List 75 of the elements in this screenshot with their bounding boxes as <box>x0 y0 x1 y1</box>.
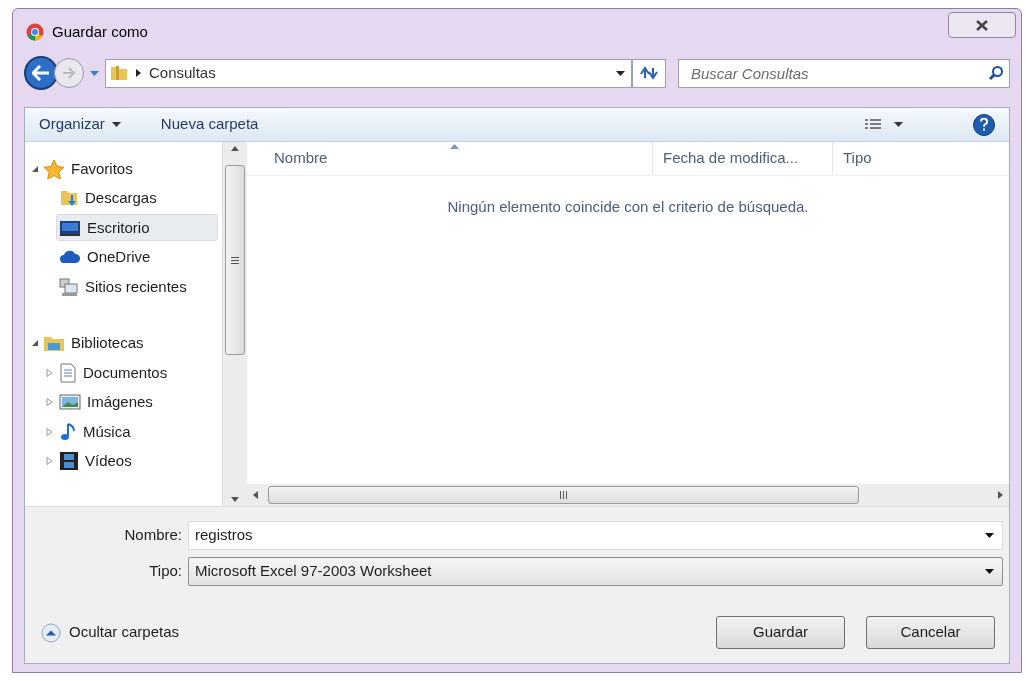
sidebar-item[interactable]: Escritorio <box>56 214 218 242</box>
sort-arrow-icon <box>449 144 459 149</box>
grip-icon <box>230 256 239 264</box>
sidebar-item[interactable]: Sitios recientes <box>56 273 218 301</box>
address-bar[interactable]: Consultas <box>105 58 632 88</box>
scrollbar-thumb[interactable] <box>224 165 245 355</box>
sidebar-item[interactable]: Descargas <box>56 184 218 212</box>
empty-message: Ningún elemento coincide con el criterio de búsqueda. <box>447 197 809 217</box>
horizontal-scrollbar[interactable] <box>247 484 1009 506</box>
question-mark-icon <box>980 118 988 131</box>
sidebar-group[interactable]: Favoritos <box>41 157 133 180</box>
view-options-button[interactable] <box>864 117 903 132</box>
sidebar-item[interactable]: OneDrive <box>56 243 218 271</box>
sidebar-item[interactable]: Documentos <box>56 359 218 387</box>
expand-arrow-icon[interactable] <box>44 398 53 407</box>
music-note-icon <box>59 421 77 442</box>
hide-folders-toggle[interactable]: Ocultar carpetas <box>41 621 180 644</box>
scroll-down-icon <box>230 497 239 502</box>
search-field[interactable]: Buscar Consultas <box>678 58 1010 88</box>
scroll-up-icon <box>230 146 239 151</box>
document-icon <box>59 362 77 383</box>
library-folder-icon <box>43 334 65 353</box>
picture-icon <box>59 393 81 412</box>
sidebar-item[interactable]: Vídeos <box>56 447 218 475</box>
folder-icon <box>110 64 128 82</box>
breadcrumb-item[interactable]: Consultas <box>149 61 216 85</box>
caret-icon <box>111 122 121 127</box>
monitor-icon <box>59 218 81 237</box>
caret-icon <box>894 122 903 127</box>
arrow-right-icon <box>62 67 76 79</box>
type-select[interactable]: Microsoft Excel 97-2003 Worksheet <box>188 557 1003 586</box>
scroll-left-icon <box>253 491 258 499</box>
column-header[interactable]: Tipo <box>833 142 1009 175</box>
expand-arrow-icon[interactable] <box>44 368 53 377</box>
collapse-arrow-icon[interactable] <box>31 339 39 348</box>
toolbar-button[interactable]: Nueva carpeta <box>160 113 259 136</box>
browser-logo-icon <box>26 23 44 41</box>
search-icon <box>988 64 1004 81</box>
refresh-button[interactable] <box>632 58 666 88</box>
film-icon <box>59 451 79 472</box>
field-label: Nombre: <box>123 525 183 546</box>
arrow-left-icon <box>32 65 50 81</box>
collapse-up-icon <box>41 622 61 643</box>
back-button[interactable] <box>24 56 58 90</box>
dialog-button[interactable]: Guardar <box>716 616 845 649</box>
column-header[interactable]: Nombre <box>247 142 653 175</box>
vertical-scrollbar[interactable] <box>222 142 246 506</box>
collapse-arrow-icon[interactable] <box>31 164 39 173</box>
sidebar-item[interactable]: Música <box>56 418 218 446</box>
history-caret-icon <box>90 70 99 76</box>
close-icon <box>975 19 989 31</box>
caret-icon <box>985 533 994 538</box>
list-view-icon <box>864 117 882 132</box>
close-button[interactable] <box>948 12 1016 38</box>
chevron-right-icon <box>136 69 141 77</box>
cloud-icon <box>59 249 81 266</box>
filename-field[interactable]: registros <box>188 521 1003 550</box>
address-caret-icon <box>616 70 625 76</box>
sidebar-item[interactable]: Imágenes <box>56 388 218 416</box>
field-label: Tipo: <box>148 561 183 582</box>
expand-arrow-icon[interactable] <box>44 427 53 436</box>
scroll-right-icon <box>998 491 1003 499</box>
refresh-icon <box>639 66 659 80</box>
sidebar-group[interactable]: Bibliotecas <box>41 332 144 355</box>
column-header[interactable]: Fecha de modifica... <box>653 142 833 175</box>
expand-arrow-icon[interactable] <box>44 457 53 466</box>
help-button[interactable] <box>973 113 995 136</box>
scrollbar-thumb[interactable] <box>268 486 859 504</box>
caret-icon <box>985 569 994 574</box>
window-title: Guardar como <box>52 21 148 42</box>
recent-places-icon <box>59 276 79 297</box>
grip-icon <box>560 491 567 499</box>
toolbar-button[interactable]: Organizar <box>39 113 121 136</box>
dialog-button[interactable]: Cancelar <box>866 616 995 649</box>
star-icon <box>43 158 65 179</box>
